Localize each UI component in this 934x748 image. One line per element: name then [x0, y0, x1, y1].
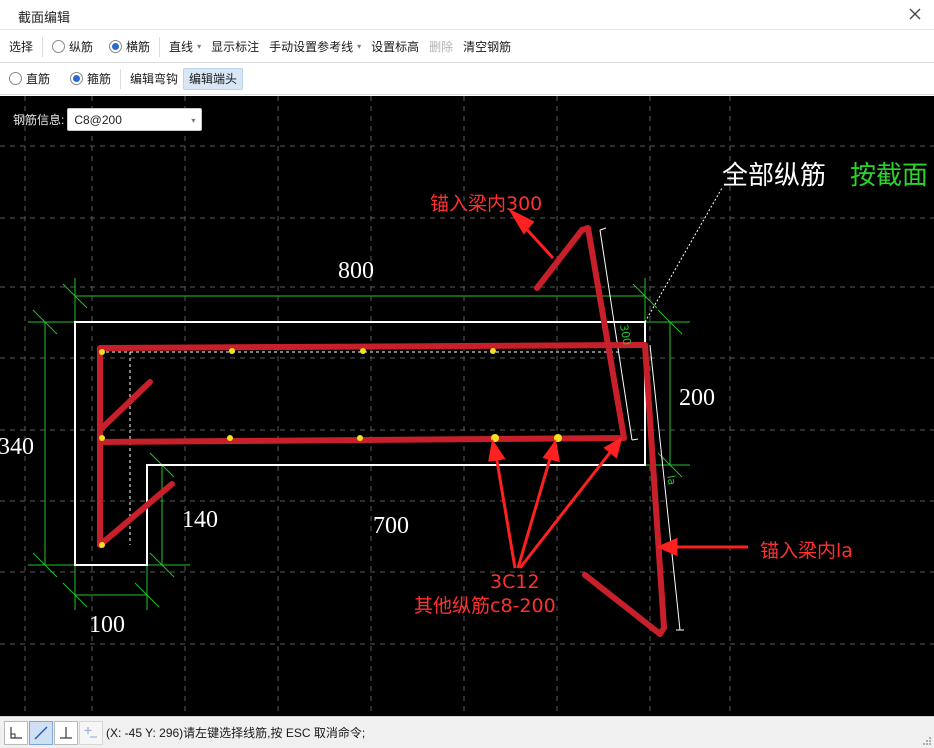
toolbar-separator [42, 36, 44, 57]
caret-down-icon: ▾ [191, 116, 196, 125]
radio-checked-icon [109, 40, 123, 53]
show-annotation-button[interactable]: 显示标注 [206, 36, 264, 58]
status-message: (X: -45 Y: 296)请左键选择线筋,按 ESC 取消命令; [106, 726, 366, 740]
dim-700: 700 [373, 513, 409, 539]
dim-la-small: la [664, 474, 679, 486]
diagonal-line-icon [34, 726, 48, 739]
toolbar-separator [159, 36, 161, 57]
annotation-anchor-300: 锚入梁内300 [430, 193, 542, 215]
rebar-info-label: 钢筋信息: [13, 113, 65, 127]
dim-140: 140 [182, 507, 218, 533]
radio-straight[interactable]: 直筋 [4, 68, 55, 90]
delete-button[interactable]: 删除 [424, 36, 458, 58]
radio-checked-icon [70, 72, 84, 85]
radio-unchecked-icon [52, 40, 66, 53]
edit-hook-button[interactable]: 编辑弯钩 [125, 68, 183, 90]
reference-lines [100, 187, 723, 631]
line-dropdown[interactable]: 直线 ▾ [164, 36, 206, 58]
perpendicular-icon [60, 726, 72, 739]
radio-transverse[interactable]: 横筋 [104, 36, 155, 58]
radio-longitudinal-label: 纵筋 [69, 40, 94, 54]
rebar-info-panel: 钢筋信息: C8@200 ▾ [13, 108, 203, 131]
resize-grip-icon[interactable] [922, 736, 932, 746]
radio-stirrup[interactable]: 箍筋 [65, 68, 116, 90]
toolbar-main: 选择 纵筋 横筋 直线 ▾ 显示标注 手动设置参考线 ▾ 设置标高 删除 清空钢… [0, 31, 934, 63]
dim-800: 800 [338, 258, 374, 284]
line-dropdown-label: 直线 [169, 40, 194, 54]
perpendicular-snap-button[interactable] [54, 720, 78, 745]
drawing-canvas[interactable]: 800 340 200 140 700 100 300 la 全部纵筋 按截面 … [0, 96, 934, 716]
annotation-anchor-la: 锚入梁内la [760, 540, 853, 562]
edit-end-button[interactable]: 编辑端头 [183, 67, 244, 90]
add-point-button[interactable] [79, 720, 103, 745]
toolbar-separator [120, 68, 122, 89]
status-bar: (X: -45 Y: 296)请左键选择线筋,按 ESC 取消命令; [0, 716, 934, 748]
dim-200: 200 [679, 385, 715, 411]
rebar-info-value: C8@200 [74, 112, 122, 127]
radio-longitudinal[interactable]: 纵筋 [47, 36, 98, 58]
plus-icon [84, 726, 97, 738]
set-elevation-button[interactable]: 设置标高 [366, 36, 424, 58]
toolbar-secondary: 直筋 箍筋 编辑弯钩 编辑端头 [0, 63, 934, 95]
radio-unchecked-icon [9, 72, 22, 85]
line-snap-button[interactable] [29, 720, 53, 745]
callout-all-rebar: 全部纵筋 [722, 161, 826, 191]
select-button[interactable]: 选择 [4, 36, 38, 58]
manual-reference-dropdown[interactable]: 手动设置参考线 ▾ [264, 36, 366, 58]
rebar-info-select[interactable]: C8@200 ▾ [67, 108, 203, 131]
callout-by-section: 按截面 [850, 161, 928, 191]
close-icon[interactable] [906, 5, 924, 23]
manual-reference-label: 手动设置参考线 [269, 40, 354, 54]
window-title: 截面编辑 [18, 10, 71, 25]
annotation-3c12: 3C12 [490, 571, 540, 593]
caret-down-icon: ▾ [357, 42, 362, 51]
dim-100: 100 [89, 612, 125, 638]
caret-down-icon: ▾ [197, 42, 202, 51]
annotation-other-rebar: 其他纵筋c8-200 [414, 595, 556, 617]
radio-straight-label: 直筋 [26, 72, 51, 86]
clear-rebar-button[interactable]: 清空钢筋 [458, 36, 516, 58]
angle-icon [10, 726, 22, 739]
dim-340: 340 [0, 434, 34, 460]
title-bar: 截面编辑 [0, 0, 934, 30]
ortho-snap-button[interactable] [4, 720, 28, 745]
section-drawing: 800 340 200 140 700 100 300 la 全部纵筋 按截面 … [0, 96, 934, 716]
radio-transverse-label: 横筋 [126, 40, 151, 54]
radio-stirrup-label: 箍筋 [87, 72, 112, 86]
